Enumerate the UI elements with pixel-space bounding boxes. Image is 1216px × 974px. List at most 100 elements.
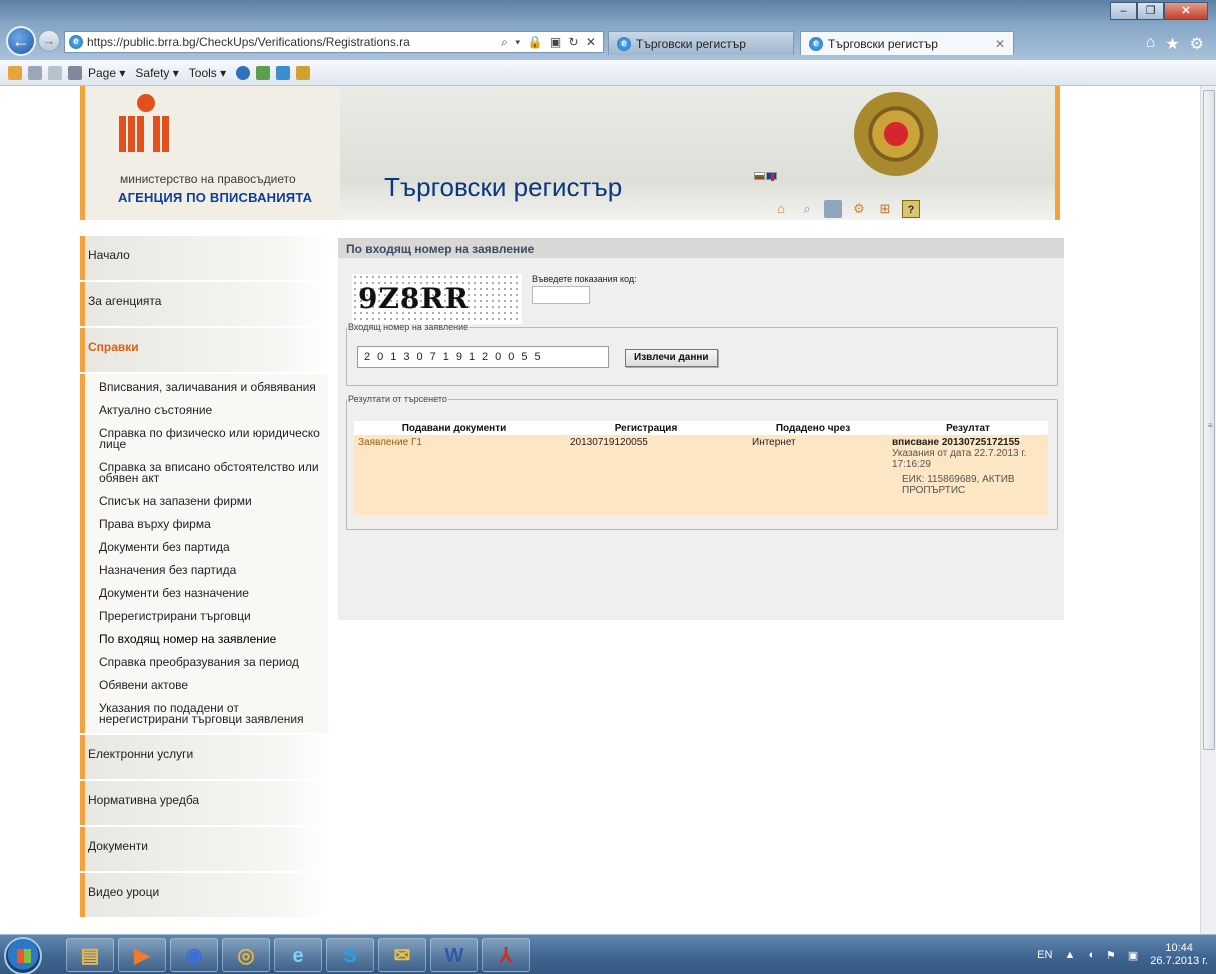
nav-sub-item[interactable]: Вписвания, заличавания и обявявания (85, 376, 328, 399)
fetch-data-button[interactable]: Извлечи данни (625, 349, 718, 367)
acrobat-taskbar-icon[interactable]: ⅄ (482, 938, 530, 972)
nav-sub-item[interactable]: Назначения без партида (85, 559, 328, 582)
close-button[interactable]: ✕ (1164, 2, 1208, 20)
registration-number-input[interactable]: 20130719120055 (357, 346, 609, 368)
outlook-taskbar-icon[interactable]: ✉ (378, 938, 426, 972)
tray-expand-icon[interactable]: ▲ (1064, 949, 1075, 961)
volume-icon[interactable]: ◖ (1087, 949, 1094, 961)
vertical-scrollbar[interactable]: ▲ ≡ (1200, 86, 1216, 934)
start-button[interactable] (4, 937, 42, 974)
nav-sub-item[interactable]: Права върху фирма (85, 513, 328, 536)
minimize-button[interactable]: – (1110, 2, 1137, 20)
tools-gear-icon[interactable]: ⚙ (1190, 34, 1204, 54)
language-indicator[interactable]: EN (1037, 949, 1052, 961)
search-icon[interactable]: ⌕ (798, 200, 816, 218)
system-tray: EN ▲ ◖ ⚑ ▣ 10:44 26.7.2013 г. (1037, 935, 1216, 974)
col-submitted-documents: Подавани документи (354, 421, 554, 435)
clock[interactable]: 10:44 26.7.2013 г. (1150, 942, 1208, 968)
back-arrow-icon[interactable]: ← (6, 26, 36, 56)
cell-submitted-via: Интернет (738, 435, 888, 515)
addon-icon-1[interactable] (256, 65, 271, 80)
feeds-icon[interactable] (28, 65, 42, 80)
home-icon[interactable]: ⌂ (1146, 34, 1156, 54)
bulgarian-flag-icon[interactable] (754, 172, 765, 180)
action-center-flag-icon[interactable]: ⚑ (1106, 949, 1116, 962)
read-mail-icon[interactable] (48, 65, 62, 80)
coat-of-arms-icon (850, 88, 942, 180)
nav-item-home[interactable]: Начало (80, 236, 328, 280)
forward-arrow-icon[interactable]: → (38, 30, 60, 52)
tab-active[interactable]: e Търговски регистър ✕ (800, 31, 1014, 55)
english-flag-icon[interactable] (766, 172, 777, 181)
nav-sub-item[interactable]: Документи без партида (85, 536, 328, 559)
site-title: Търговски регистър (384, 172, 623, 202)
nav-item-references[interactable]: Справки (80, 328, 328, 372)
tools-menu[interactable]: Tools ▾ (189, 66, 226, 80)
chrome-taskbar-icon[interactable]: ◎ (222, 938, 270, 972)
nav-item-video-lessons[interactable]: Видео уроци (80, 873, 328, 917)
addon-icon-3[interactable] (296, 65, 311, 80)
result-entry: вписване 20130725172155 (892, 437, 1020, 448)
col-registration: Регистрация (554, 421, 738, 435)
address-tools-icons[interactable]: ⌕ ▾ 🔒 ▣ ↻ ✕ (501, 35, 603, 50)
explorer-taskbar-icon[interactable]: ▤ (66, 938, 114, 972)
nav-sub-item[interactable]: Справка по физическо или юридическо лице (85, 422, 328, 456)
qip-taskbar-icon[interactable]: ◉ (170, 938, 218, 972)
nav-sub-item[interactable]: Актуално състояние (85, 399, 328, 422)
page-viewport: министерство на правосъдието АГЕНЦИЯ ПО … (0, 86, 1200, 934)
search-results-fieldset: Резултати от търсенето Подавани документ… (346, 394, 1058, 530)
nav-sub-item[interactable]: Обявени актове (85, 674, 328, 697)
address-bar[interactable]: e https://public.brra.bg/CheckUps/Verifi… (64, 31, 604, 53)
help-icon[interactable]: ? (902, 200, 920, 218)
word-taskbar-icon[interactable]: W (430, 938, 478, 972)
nav-item-regulations[interactable]: Нормативна уредба (80, 781, 328, 825)
clock-time: 10:44 (1165, 942, 1193, 954)
browser-titlebar: – ❐ ✕ ← → e https://public.brra.bg/Check… (0, 0, 1216, 60)
nav-sub-item[interactable]: Документи без назначение (85, 582, 328, 605)
scroll-grip-icon: ≡ (1208, 421, 1213, 430)
tab-inactive[interactable]: e Търговски регистър (608, 31, 794, 55)
tab-close-icon[interactable]: ✕ (995, 37, 1005, 51)
sitemap-icon[interactable]: ⊞ (876, 200, 894, 218)
settings-gear-icon[interactable]: ⚙ (850, 200, 868, 218)
nav-sub-item[interactable]: Указания по подадени от нерегистрирани т… (85, 697, 328, 731)
ie-taskbar-icon[interactable]: e (274, 938, 322, 972)
nav-sub-item[interactable]: Справка за вписано обстоятелство или обя… (85, 456, 328, 490)
home-icon[interactable]: ⌂ (772, 200, 790, 218)
address-url[interactable]: https://public.brra.bg/CheckUps/Verifica… (87, 35, 410, 49)
safety-menu[interactable]: Safety ▾ (135, 66, 178, 80)
col-result: Резултат (888, 421, 1048, 435)
nav-item-e-services[interactable]: Електронни услуги (80, 735, 328, 779)
nav-sub-item[interactable]: Списък на запазени фирми (85, 490, 328, 513)
maximize-button[interactable]: ❐ (1137, 2, 1164, 20)
page-menu[interactable]: Page ▾ (88, 66, 125, 80)
mail-icon[interactable] (824, 200, 842, 218)
command-bar: Page ▾ Safety ▾ Tools ▾ (0, 60, 1216, 86)
skype-taskbar-icon[interactable]: S (326, 938, 374, 972)
media-player-taskbar-icon[interactable]: ▶ (118, 938, 166, 972)
nav-item-about[interactable]: За агенцията (80, 282, 328, 326)
registration-number-fieldset: Входящ номер на заявление 20130719120055… (346, 322, 1058, 386)
captcha-text: 9Z8RR (358, 282, 469, 315)
clock-date: 26.7.2013 г. (1150, 955, 1208, 967)
tab-label: Търговски регистър (636, 36, 746, 51)
language-switcher (754, 172, 777, 181)
browser-right-icons: ⌂ ★ ⚙ (1146, 34, 1204, 54)
nav-sub-item-current[interactable]: По входящ номер на заявление (85, 628, 328, 651)
cell-document-link[interactable]: Заявление Г1 (354, 435, 554, 515)
addon-icon-2[interactable] (276, 65, 291, 80)
captcha-input[interactable] (532, 286, 590, 304)
cell-result: вписване 20130725172155 Указания от дата… (888, 435, 1048, 515)
help-icon[interactable] (236, 65, 251, 80)
nav-item-documents[interactable]: Документи (80, 827, 328, 871)
favorites-star-icon[interactable]: ★ (1165, 34, 1179, 54)
home-icon[interactable] (8, 65, 22, 80)
network-icon[interactable]: ▣ (1128, 949, 1138, 962)
nav-sub-item[interactable]: Справка преобразувания за период (85, 651, 328, 674)
ie-tab-icon: e (809, 36, 823, 51)
captcha-image: 9Z8RR (352, 274, 522, 324)
nav-sub-item[interactable]: Пререгистрирани търговци (85, 605, 328, 628)
page-heading: По входящ номер на заявление (338, 238, 1064, 258)
scroll-thumb[interactable]: ≡ (1203, 90, 1215, 750)
print-icon[interactable] (68, 65, 82, 80)
